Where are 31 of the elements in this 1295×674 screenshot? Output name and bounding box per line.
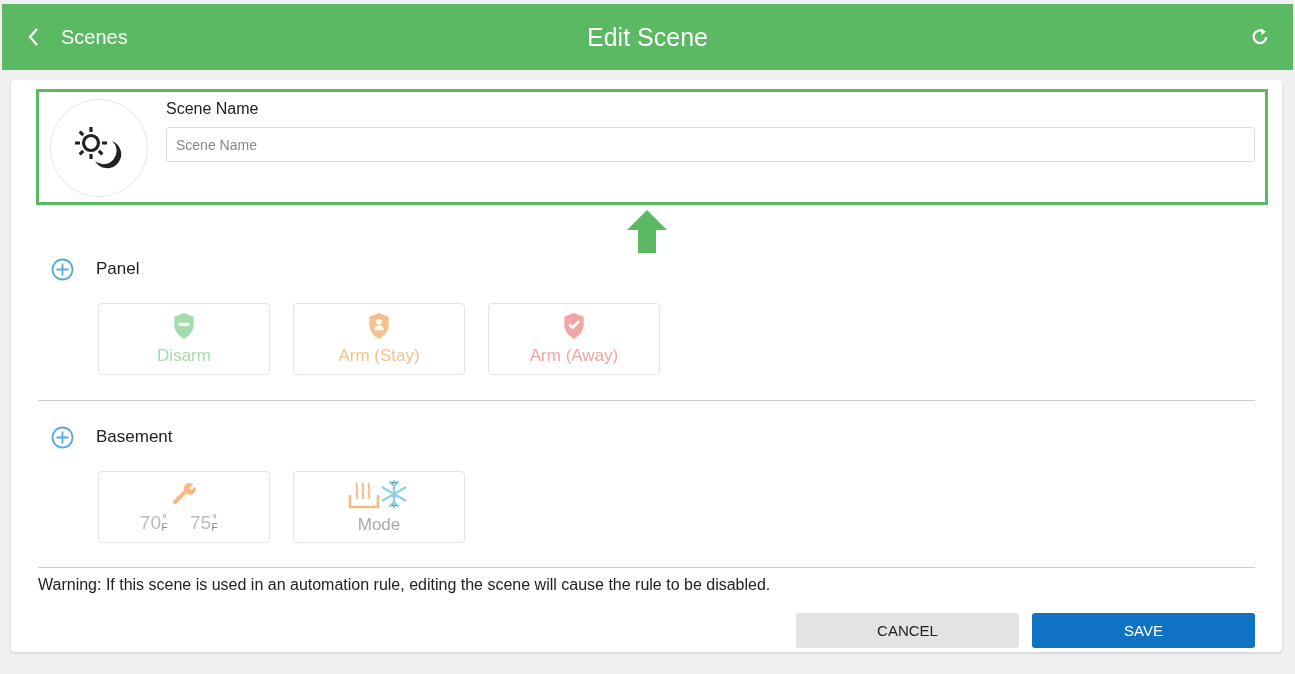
warning-text: Warning: If this scene is used in an automation rule, editing the scene will cause the rule to be disabled.: [38, 576, 772, 594]
cancel-button[interactable]: CANCEL: [796, 613, 1019, 648]
security-tile[interactable]: Disarm: [98, 303, 270, 375]
field-label: Scene Name: [166, 100, 260, 118]
scene-name-field[interactable]: Scene Name: [166, 127, 1255, 162]
temperature-unit: °F: [211, 514, 219, 532]
temperature-unit: °F: [161, 514, 168, 532]
low-temperature: 70: [139, 512, 161, 534]
tile-label: Arm (Stay): [338, 346, 420, 366]
tile-label: Disarm: [157, 346, 211, 366]
section-title: Basement: [96, 427, 173, 447]
shield-icon: [172, 312, 196, 340]
add-icon[interactable]: [51, 425, 74, 449]
tile-label: Mode: [357, 515, 401, 535]
section-title: Panel: [96, 259, 140, 279]
security-tile[interactable]: Arm (Away): [488, 303, 660, 375]
refresh-icon: [1251, 28, 1269, 46]
security-tile[interactable]: Arm (Stay): [293, 303, 465, 375]
save-button[interactable]: SAVE: [1032, 613, 1255, 648]
page-title: Edit Scene: [587, 22, 708, 51]
up-arrow-icon: [627, 210, 667, 253]
tile-label: Arm (Away): [529, 346, 619, 366]
high-temperature: 75: [190, 512, 212, 534]
chevron-left-icon: [28, 28, 39, 46]
mode-tile[interactable]: Mode: [293, 471, 465, 543]
refresh-button[interactable]: [1251, 28, 1269, 46]
add-icon[interactable]: [51, 257, 74, 281]
shield-icon: [367, 312, 391, 340]
shield-icon: [562, 312, 586, 340]
back-button[interactable]: Scenes: [28, 25, 128, 49]
wrench-icon: [171, 480, 197, 506]
